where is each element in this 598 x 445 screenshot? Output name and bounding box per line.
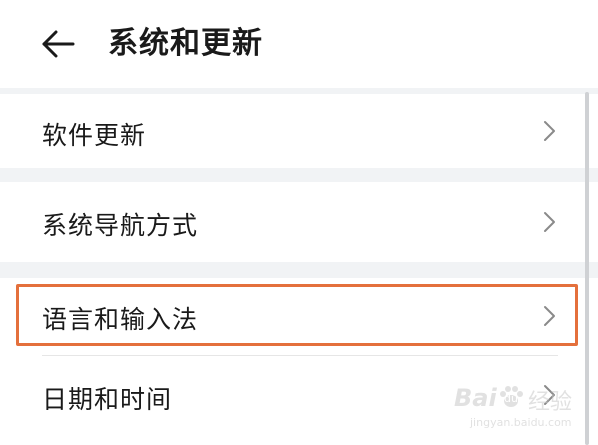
watermark-text: 经验 <box>528 390 573 415</box>
list-item-label: 软件更新 <box>42 121 147 150</box>
page-title: 系统和更新 <box>108 26 263 61</box>
list-item-system-navigation[interactable]: 系统导航方式 <box>0 182 598 262</box>
watermark-brand: Bai <box>454 384 497 412</box>
chevron-right-icon <box>544 121 555 141</box>
back-button[interactable] <box>36 26 80 62</box>
arrow-left-icon <box>42 30 75 58</box>
list-item-software-update[interactable]: 软件更新 <box>0 94 598 168</box>
list-item-label: 语言和输入法 <box>42 305 199 334</box>
chevron-right-icon <box>544 306 555 326</box>
list-item-label: 系统导航方式 <box>42 211 199 240</box>
section-gap <box>0 168 598 182</box>
chevron-right-icon <box>544 212 555 232</box>
baidu-watermark: Bai du 经验 jingyan.baidu.com <box>452 378 592 438</box>
app-header: 系统和更新 <box>0 0 598 88</box>
list-item-language-input[interactable]: 语言和输入法 <box>0 278 598 354</box>
watermark-paw-text: du <box>504 392 518 405</box>
section-gap <box>0 262 598 278</box>
list-item-label: 日期和时间 <box>42 385 173 414</box>
watermark-url: jingyan.baidu.com <box>470 416 572 429</box>
